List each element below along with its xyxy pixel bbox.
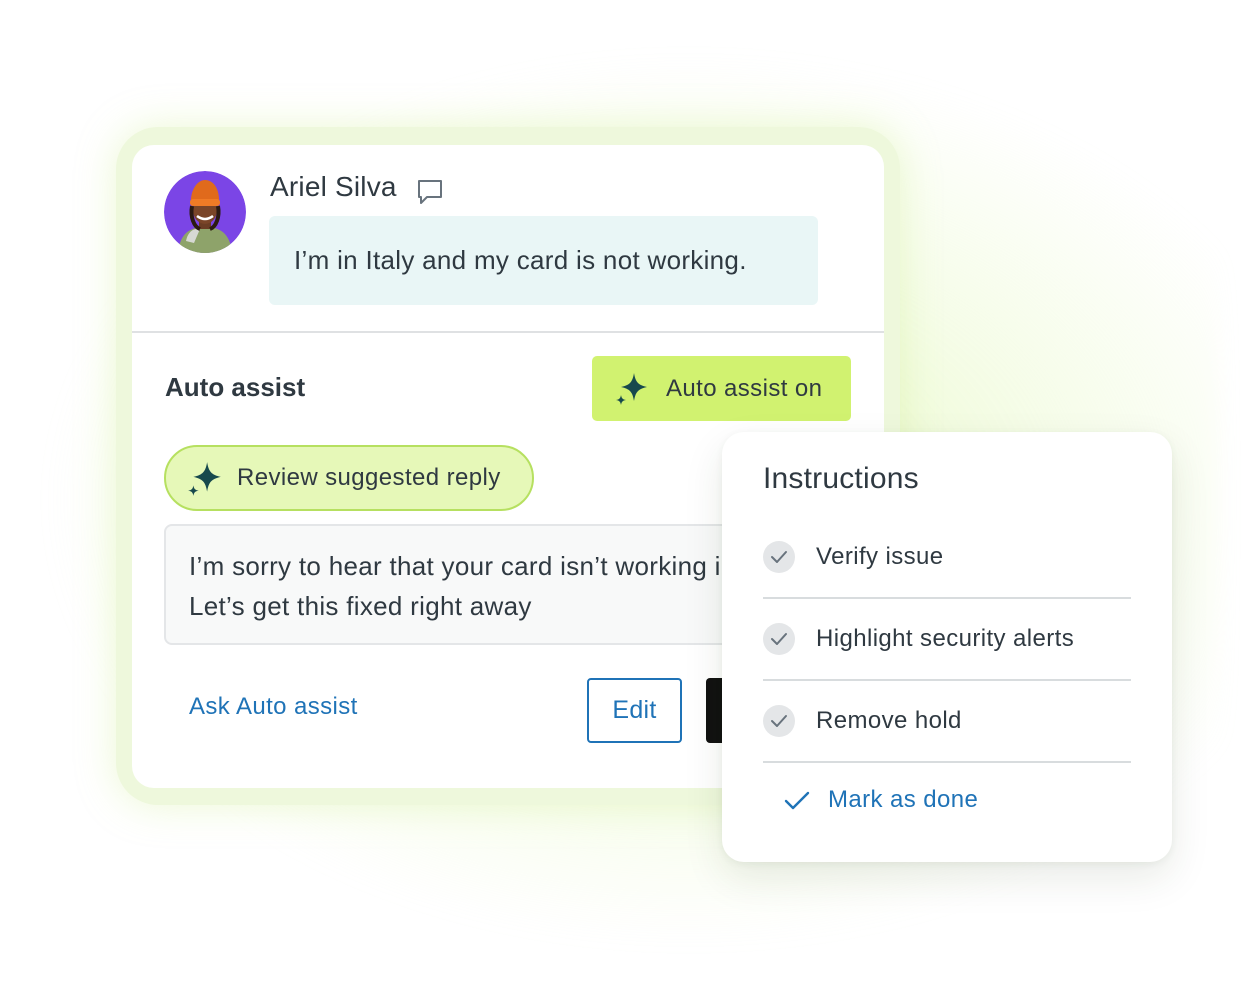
instruction-step[interactable]: Remove hold [763, 681, 1131, 763]
instructions-title: Instructions [763, 462, 919, 495]
instruction-step-label: Remove hold [816, 707, 962, 734]
instruction-step[interactable]: Verify issue [763, 517, 1131, 599]
avatar-image [164, 171, 246, 253]
checkmark-icon [763, 623, 795, 655]
instruction-step-label: Verify issue [816, 543, 944, 570]
checkmark-icon [763, 705, 795, 737]
review-suggested-reply-label: Review suggested reply [237, 464, 501, 491]
customer-name: Ariel Silva [270, 171, 397, 202]
ask-auto-assist-link[interactable]: Ask Auto assist [189, 693, 358, 721]
sparkle-icon [616, 373, 647, 405]
checkmark-icon [763, 541, 795, 573]
section-divider [132, 331, 884, 333]
avatar [164, 171, 246, 253]
instruction-step-label: Highlight security alerts [816, 625, 1075, 652]
stage: Ariel Silva I’m in Italy and my card is … [0, 0, 1259, 1000]
checkmark-icon [784, 791, 810, 810]
mark-as-done-label: Mark as done [828, 786, 979, 813]
customer-message: I’m in Italy and my card is not working. [269, 216, 818, 305]
step-divider [763, 761, 1131, 763]
instructions-panel: Instructions Verify issue Highlight secu… [722, 432, 1172, 862]
review-suggested-reply-pill[interactable]: Review suggested reply [164, 445, 534, 511]
auto-assist-title: Auto assist [165, 372, 306, 402]
instruction-step[interactable]: Highlight security alerts [763, 599, 1131, 681]
edit-button[interactable]: Edit [587, 678, 682, 743]
speech-bubble-icon [416, 178, 444, 206]
sparkle-icon [188, 462, 221, 496]
auto-assist-toggle-button[interactable]: Auto assist on [592, 356, 851, 421]
auto-assist-toggle-label: Auto assist on [666, 375, 823, 402]
